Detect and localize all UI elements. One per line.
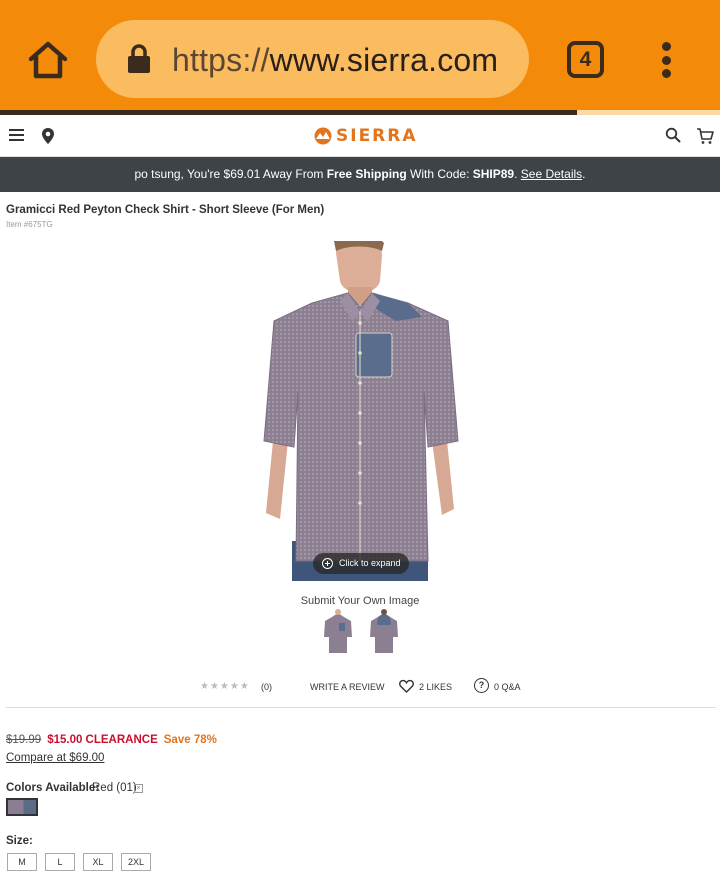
shopping-cart-icon[interactable] <box>696 127 714 145</box>
rating-stars: ★★★★★ <box>200 681 250 692</box>
question-icon[interactable]: ? <box>474 678 489 693</box>
expand-label: Click to expand <box>339 558 401 568</box>
item-number: Item #675TG <box>6 220 53 229</box>
likes-count[interactable]: 2 LIKES <box>419 682 452 692</box>
hamburger-menu-icon[interactable] <box>9 129 24 141</box>
see-details-link[interactable]: See Details <box>521 167 582 181</box>
zoom-plus-icon <box>322 558 333 569</box>
browser-toolbar: https://www.sierra.com 4 <box>0 0 720 112</box>
promo-text-after: . <box>514 167 521 181</box>
size-option-2xl[interactable]: 2XL <box>121 853 151 871</box>
qa-count[interactable]: 0 Q&A <box>494 682 521 692</box>
price-row: $19.99 $15.00 CLEARANCE Save 78% <box>6 734 217 746</box>
thumbnail-back[interactable] <box>369 609 399 655</box>
size-label: Size: <box>6 835 33 847</box>
location-pin-icon[interactable] <box>41 127 55 145</box>
colors-label: Colors Available: <box>6 782 100 794</box>
review-count[interactable]: (0) <box>261 682 272 692</box>
free-shipping-banner: po tsung, You're $69.01 Away From Free S… <box>0 157 720 192</box>
reviews-row: ★★★★★ (0) WRITE A REVIEW 2 LIKES ? 0 Q&A <box>0 678 720 698</box>
promo-code: SHIP89 <box>472 167 515 181</box>
color-swatch-red[interactable] <box>6 798 38 816</box>
promo-free-shipping: Free Shipping <box>326 167 407 181</box>
lock-icon <box>128 44 150 73</box>
promo-text-before: po tsung, You're $69.01 Away From <box>134 167 327 181</box>
overflow-menu-icon[interactable] <box>658 42 674 78</box>
sale-price: $15.00 CLEARANCE <box>47 734 158 746</box>
promo-end: . <box>582 167 586 181</box>
save-percent: Save 78% <box>163 734 217 746</box>
home-icon[interactable] <box>26 38 70 82</box>
click-to-expand-button[interactable]: Click to expand <box>313 553 409 574</box>
size-option-l[interactable]: L <box>45 853 75 871</box>
size-option-m[interactable]: M <box>7 853 37 871</box>
sierra-logo[interactable]: SIERRA <box>314 126 418 146</box>
product-title: Gramicci Red Peyton Check Shirt - Short … <box>6 204 325 216</box>
clear-color-icon[interactable]: × <box>134 784 143 793</box>
product-image[interactable] <box>252 241 468 581</box>
thumbnail-front[interactable] <box>323 609 353 655</box>
selected-color: Red (01) <box>92 782 137 794</box>
tab-switcher-button[interactable]: 4 <box>567 41 604 78</box>
promo-text-mid: With Code: <box>406 167 473 181</box>
site-header: SIERRA <box>0 115 720 157</box>
original-price: $19.99 <box>6 734 42 746</box>
url-scheme: https:// <box>172 42 270 78</box>
search-icon[interactable] <box>665 127 681 143</box>
url-host: www.sierra.com <box>269 42 499 78</box>
compare-at-price-link[interactable]: Compare at $69.00 <box>6 752 104 764</box>
submit-image-link[interactable]: Submit Your Own Image <box>0 595 720 607</box>
url-text: https://www.sierra.com <box>172 40 498 80</box>
heart-icon[interactable] <box>399 679 414 693</box>
logo-text: SIERRA <box>336 126 418 146</box>
shirt-illustration <box>263 241 459 581</box>
address-bar[interactable]: https://www.sierra.com <box>96 20 529 98</box>
divider <box>6 707 716 708</box>
write-review-link[interactable]: WRITE A REVIEW <box>310 682 385 692</box>
sierra-logo-mark-icon <box>314 127 332 145</box>
size-option-xl[interactable]: XL <box>83 853 113 871</box>
